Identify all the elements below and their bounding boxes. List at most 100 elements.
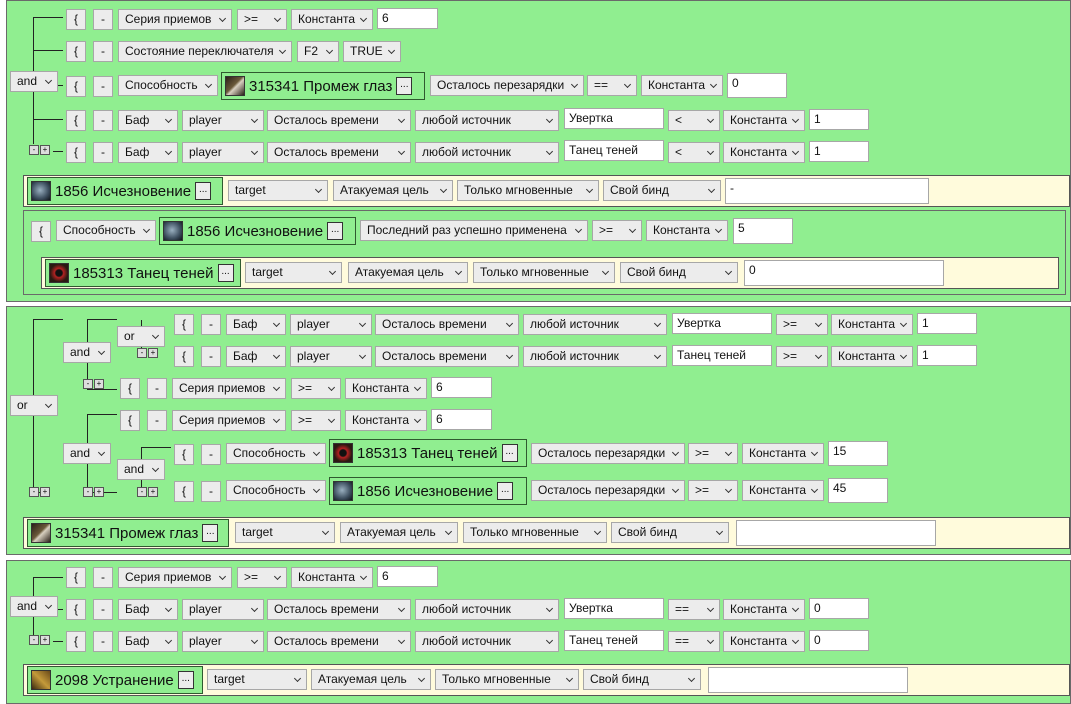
- value-input[interactable]: 15: [828, 441, 888, 466]
- brace-button[interactable]: {: [66, 110, 86, 131]
- more-button[interactable]: ...: [501, 444, 518, 462]
- value-type-select[interactable]: Константа: [742, 443, 824, 464]
- more-button[interactable]: ...: [327, 222, 344, 240]
- value-type-select[interactable]: Константа: [831, 346, 913, 367]
- property-select[interactable]: Осталось времени: [267, 142, 411, 163]
- condition-select[interactable]: Способность: [118, 75, 218, 96]
- value-type-select[interactable]: Константа: [723, 110, 805, 131]
- add-icon[interactable]: +: [148, 487, 158, 497]
- logic-and-select[interactable]: and: [10, 596, 58, 617]
- remove-button[interactable]: -: [201, 444, 221, 465]
- switch-value-select[interactable]: TRUE: [343, 41, 401, 62]
- condition-select[interactable]: Баф: [118, 599, 178, 620]
- value-type-select[interactable]: Константа: [742, 480, 824, 501]
- target-select[interactable]: target: [245, 262, 342, 283]
- property-select[interactable]: Последний раз успешно применена: [360, 220, 588, 241]
- source-select[interactable]: любой источник: [415, 110, 559, 131]
- more-button[interactable]: ...: [177, 671, 194, 689]
- aura-name-input[interactable]: Увертка: [564, 108, 664, 129]
- more-button[interactable]: ...: [396, 77, 413, 95]
- bind-input[interactable]: [708, 667, 908, 693]
- value-type-select[interactable]: Константа: [723, 142, 805, 163]
- bind-select[interactable]: Свой бинд: [611, 522, 729, 543]
- brace-button[interactable]: {: [174, 444, 194, 465]
- remove-button[interactable]: -: [201, 346, 221, 367]
- property-select[interactable]: Осталось перезарядки: [531, 443, 685, 464]
- add-remove-group[interactable]: - +: [29, 145, 53, 157]
- remove-button[interactable]: -: [93, 599, 113, 620]
- value-input[interactable]: 6: [431, 409, 492, 430]
- condition-select[interactable]: Способность: [226, 480, 326, 501]
- brace-button[interactable]: {: [31, 221, 51, 242]
- source-select[interactable]: любой источник: [523, 346, 667, 367]
- more-button[interactable]: ...: [217, 264, 234, 282]
- property-select[interactable]: Осталось перезарядки: [531, 480, 685, 501]
- value-input[interactable]: 1: [809, 109, 869, 130]
- brace-button[interactable]: {: [66, 9, 86, 30]
- operator-select[interactable]: >=: [776, 314, 828, 335]
- condition-select[interactable]: Серия приемов: [172, 410, 286, 431]
- remove-button[interactable]: -: [147, 410, 167, 431]
- value-type-select[interactable]: Константа: [345, 410, 427, 431]
- brace-button[interactable]: {: [66, 567, 86, 588]
- cast-mode-select[interactable]: Только мгновенные: [435, 669, 579, 690]
- collapse-icon[interactable]: -: [83, 487, 93, 497]
- add-remove-group[interactable]: - +: [137, 348, 161, 360]
- spell-picker[interactable]: 315341 Промеж глаз ...: [27, 519, 229, 547]
- remove-button[interactable]: -: [93, 110, 113, 131]
- property-select[interactable]: Осталось времени: [375, 346, 519, 367]
- property-select[interactable]: Осталось времени: [267, 110, 411, 131]
- add-remove-group[interactable]: - +: [83, 379, 107, 391]
- operator-select[interactable]: >=: [592, 220, 642, 241]
- aura-name-input[interactable]: Танец теней: [564, 630, 664, 651]
- condition-select[interactable]: Серия приемов: [118, 9, 232, 30]
- add-icon[interactable]: +: [40, 487, 50, 497]
- brace-button[interactable]: {: [66, 631, 86, 652]
- add-remove-group[interactable]: - +: [137, 487, 161, 499]
- bind-input[interactable]: -: [725, 178, 929, 204]
- operator-select[interactable]: <: [668, 110, 720, 131]
- unit-select[interactable]: player: [182, 142, 264, 163]
- property-select[interactable]: Осталось перезарядки: [430, 75, 584, 96]
- value-input[interactable]: 6: [431, 377, 492, 398]
- spell-picker[interactable]: 1856 Исчезновение ...: [329, 477, 527, 505]
- value-type-select[interactable]: Константа: [723, 631, 805, 652]
- unit-select[interactable]: player: [290, 346, 372, 367]
- value-input[interactable]: 6: [377, 8, 438, 29]
- remove-button[interactable]: -: [93, 9, 113, 30]
- spell-picker[interactable]: 315341 Промеж глаз ...: [221, 72, 425, 100]
- collapse-icon[interactable]: -: [137, 487, 147, 497]
- aura-name-input[interactable]: Увертка: [564, 598, 664, 619]
- value-type-select[interactable]: Константа: [291, 567, 373, 588]
- bind-select[interactable]: Свой бинд: [603, 180, 721, 201]
- bind-input[interactable]: 0: [744, 260, 944, 286]
- brace-button[interactable]: {: [174, 314, 194, 335]
- value-input[interactable]: 1: [917, 313, 977, 334]
- value-input[interactable]: 0: [809, 630, 869, 651]
- target-type-select[interactable]: Атакуемая цель: [333, 180, 453, 201]
- add-remove-group[interactable]: - +: [29, 487, 53, 499]
- property-select[interactable]: Осталось времени: [267, 631, 411, 652]
- brace-button[interactable]: {: [120, 378, 140, 399]
- source-select[interactable]: любой источник: [523, 314, 667, 335]
- add-remove-group[interactable]: - +: [29, 635, 53, 647]
- source-select[interactable]: любой источник: [415, 142, 559, 163]
- switch-key-select[interactable]: F2: [297, 41, 339, 62]
- unit-select[interactable]: player: [290, 314, 372, 335]
- aura-name-input[interactable]: Танец теней: [564, 140, 664, 161]
- operator-select[interactable]: ==: [668, 599, 720, 620]
- logic-and-select[interactable]: and: [63, 342, 111, 363]
- brace-button[interactable]: {: [66, 599, 86, 620]
- remove-button[interactable]: -: [93, 76, 113, 97]
- cast-mode-select[interactable]: Только мгновенные: [473, 262, 615, 283]
- aura-name-input[interactable]: Увертка: [672, 313, 772, 334]
- bind-select[interactable]: Свой бинд: [583, 669, 701, 690]
- value-input[interactable]: 5: [733, 218, 793, 244]
- logic-or-select[interactable]: or: [117, 326, 165, 347]
- spell-picker[interactable]: 185313 Танец теней ...: [329, 439, 527, 467]
- unit-select[interactable]: player: [182, 631, 264, 652]
- source-select[interactable]: любой источник: [415, 631, 559, 652]
- brace-button[interactable]: {: [66, 41, 86, 62]
- add-icon[interactable]: +: [94, 487, 104, 497]
- value-type-select[interactable]: Константа: [646, 220, 728, 241]
